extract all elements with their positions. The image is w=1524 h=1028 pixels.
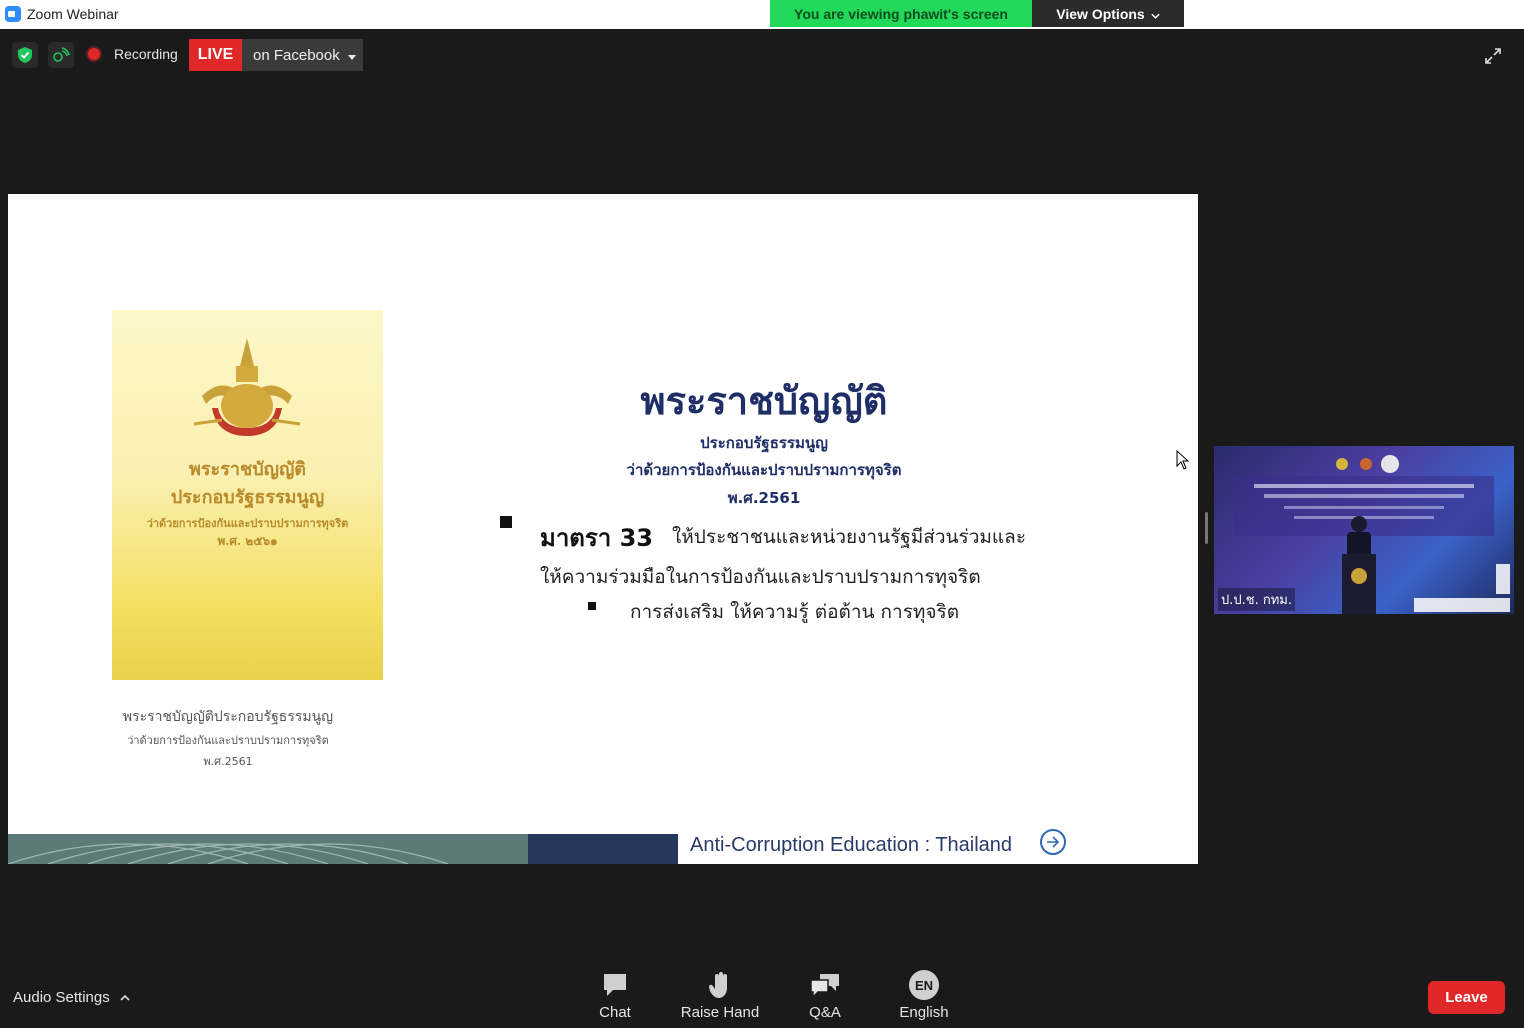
view-options-label: View Options bbox=[1056, 5, 1145, 22]
book-title-line-1: พระราชบัญญัติ bbox=[189, 459, 306, 480]
shared-screen-slide: พระราชบัญญัติ ประกอบรัฐธรรมนูญ ว่าด้วยกา… bbox=[8, 194, 1198, 864]
live-badge: LIVE bbox=[189, 39, 242, 71]
bullet-marker bbox=[500, 516, 512, 528]
chat-label: Chat bbox=[599, 1004, 631, 1021]
live-destination-dropdown[interactable]: on Facebook bbox=[242, 39, 363, 71]
language-interpretation-button[interactable]: EN English bbox=[879, 970, 969, 1021]
viewing-screen-banner: You are viewing phawit's screen bbox=[770, 0, 1032, 27]
leave-button[interactable]: Leave bbox=[1428, 981, 1505, 1014]
raise-hand-icon bbox=[675, 970, 765, 1000]
sub-bullet-marker bbox=[588, 602, 596, 610]
slide-title: พระราชบัญญัติ bbox=[640, 378, 888, 423]
encryption-shield-icon[interactable] bbox=[12, 42, 38, 68]
section-label: มาตรา 33 bbox=[540, 524, 654, 552]
book-title-line-2: ประกอบรัฐธรรมนูญ bbox=[170, 487, 325, 508]
book-cover-image: พระราชบัญญัติ ประกอบรัฐธรรมนูญ ว่าด้วยกา… bbox=[112, 310, 383, 680]
recording-label: Recording bbox=[114, 46, 178, 62]
audio-settings-button[interactable]: Audio Settings bbox=[13, 989, 130, 1006]
live-destination-label: on Facebook bbox=[253, 46, 340, 64]
language-badge-icon: EN bbox=[909, 970, 939, 1000]
section-text-continued: ให้ความร่วมมือในการป้องกันและปราบปรามการ… bbox=[540, 566, 981, 588]
expand-icon bbox=[1485, 48, 1501, 64]
slide-footer-text: Anti-Corruption Education : Thailand bbox=[690, 834, 1013, 856]
book-caption-line-3: พ.ศ.2561 bbox=[203, 755, 253, 768]
raise-hand-label: Raise Hand bbox=[680, 1004, 760, 1021]
footer-decorative-band bbox=[8, 834, 678, 864]
fullscreen-button[interactable] bbox=[1478, 41, 1508, 71]
chat-icon bbox=[570, 970, 660, 1000]
caret-down-icon bbox=[347, 47, 356, 64]
book-title-line-4: พ.ศ. ๒๕๖๑ bbox=[217, 534, 278, 548]
arrow-right-icon bbox=[1040, 829, 1066, 855]
chevron-down-icon bbox=[1151, 6, 1160, 22]
zoom-app-icon bbox=[5, 6, 21, 22]
audio-signal-icon[interactable] bbox=[48, 42, 74, 68]
qa-icon bbox=[780, 970, 870, 1000]
section-text: ให้ประชาชนและหน่วยงานรัฐมีส่วนร่วมและ bbox=[672, 526, 1027, 548]
view-options-button[interactable]: View Options bbox=[1032, 0, 1184, 27]
book-title-line-3: ว่าด้วยการป้องกันและปราบปรามการทุจริต bbox=[146, 517, 349, 530]
recording-icon bbox=[86, 46, 102, 62]
raise-hand-button[interactable]: Raise Hand bbox=[675, 970, 765, 1021]
book-caption-line-2: ว่าด้วยการป้องกันและปราบปรามการทุจริต bbox=[127, 734, 329, 747]
royal-emblem-icon bbox=[193, 338, 301, 436]
speaker-video-tile[interactable]: ป.ป.ช. กทม. bbox=[1214, 446, 1514, 614]
qa-label: Q&A bbox=[809, 1004, 841, 1021]
window-title: Zoom Webinar bbox=[27, 6, 119, 22]
mouse-cursor-icon bbox=[1176, 450, 1190, 470]
title-bar: Zoom Webinar bbox=[0, 0, 1524, 29]
language-label: English bbox=[899, 1004, 949, 1021]
slide-subtitle-3: พ.ศ.2561 bbox=[727, 489, 801, 507]
chat-button[interactable]: Chat bbox=[570, 970, 660, 1021]
chevron-up-icon bbox=[120, 994, 130, 1001]
resize-handle[interactable] bbox=[1205, 512, 1208, 544]
audio-settings-label: Audio Settings bbox=[13, 989, 110, 1006]
slide-subtitle-1: ประกอบรัฐธรรมนูญ bbox=[700, 434, 828, 452]
slide-subtitle-2: ว่าด้วยการป้องกันและปราบปรามการทุจริต bbox=[626, 461, 902, 479]
sub-bullet-text: การส่งเสริม ให้ความรู้ ต่อต้าน การทุจริต bbox=[630, 601, 960, 623]
book-caption-line-1: พระราชบัญญัติประกอบรัฐธรรมนูญ bbox=[122, 709, 334, 725]
participant-name: ป.ป.ช. กทม. bbox=[1218, 588, 1295, 611]
qa-button[interactable]: Q&A bbox=[780, 970, 870, 1021]
